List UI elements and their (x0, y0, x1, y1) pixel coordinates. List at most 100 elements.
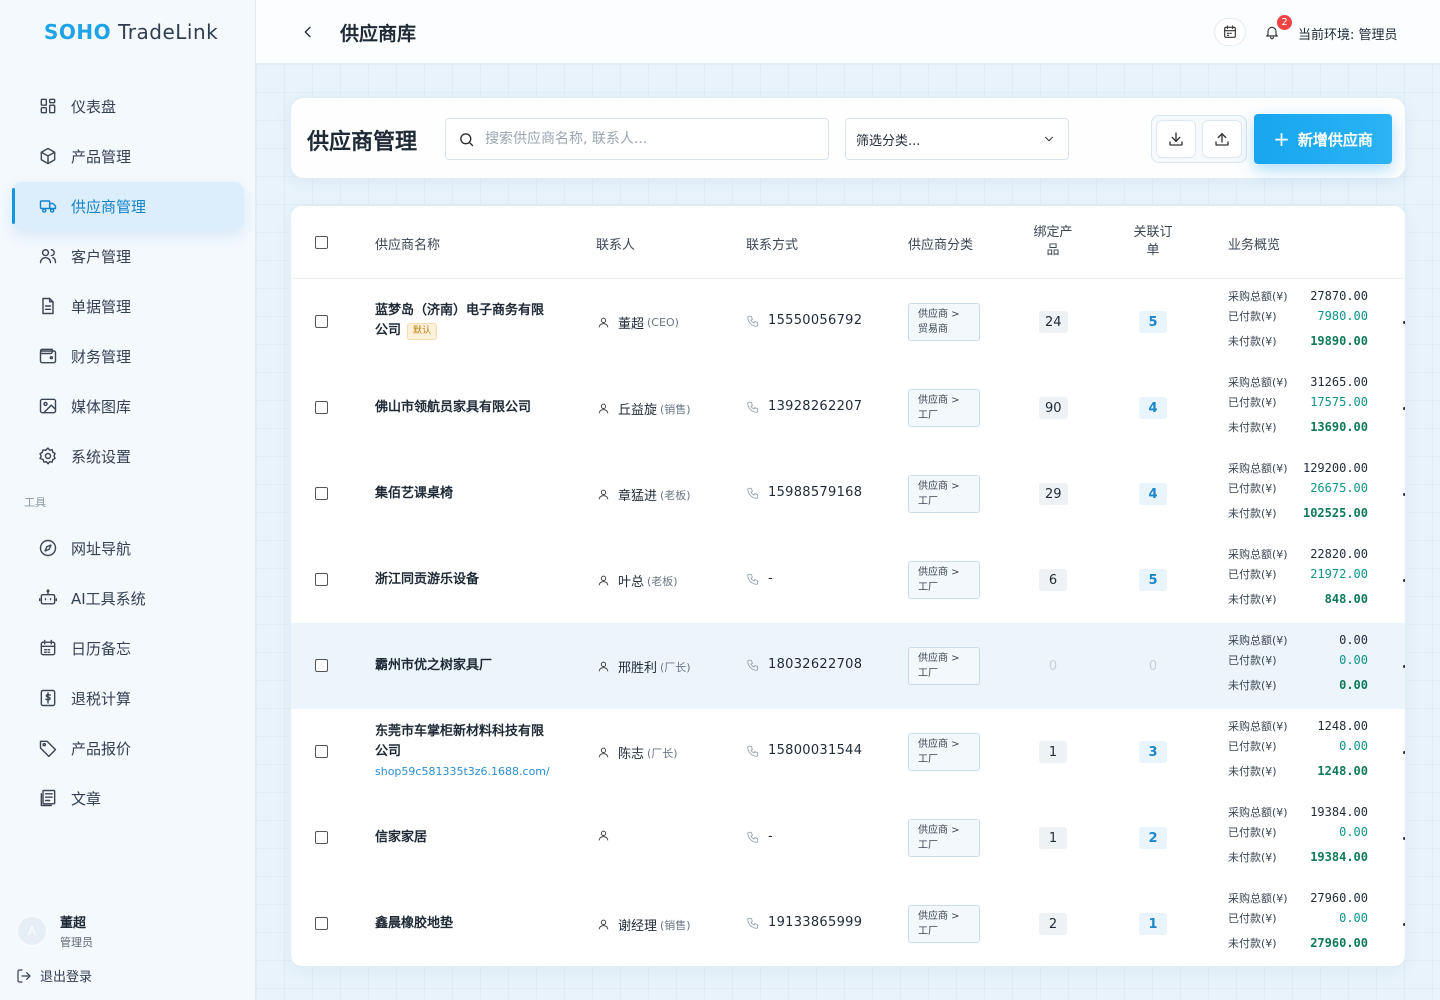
app-logo[interactable]: SOHO TradeLink (44, 20, 218, 44)
unpaid-amount: 27960.00 (1310, 936, 1368, 950)
chevron-left-icon (304, 26, 311, 38)
supplier-name[interactable]: 佛山市领航员家具有限公司 (375, 398, 555, 418)
bound-products-count[interactable]: 1 (1039, 827, 1067, 849)
total-label: 采购总额(¥) (1228, 720, 1288, 733)
total-label: 采购总额(¥) (1228, 892, 1288, 905)
search-input[interactable] (485, 131, 805, 147)
linked-orders-count[interactable]: 5 (1139, 311, 1167, 333)
table-row[interactable]: 浙江同贡游乐设备 叶总 (老板) - 供应商 > 工厂 6 5 采购总额(¥) 22820.00 已… (291, 537, 1405, 623)
total-amount: 31265.00 (1310, 375, 1368, 389)
upload-button[interactable] (1202, 120, 1242, 158)
sidebar-item-products[interactable]: 产品管理 (12, 132, 244, 180)
bound-products-count[interactable]: 24 (1039, 311, 1068, 333)
sidebar-item-quotation[interactable]: 产品报价 (12, 724, 244, 772)
select-all-checkbox[interactable] (315, 236, 328, 249)
bound-products-count[interactable]: 1 (1039, 741, 1067, 763)
bound-products-count[interactable]: 0 (1039, 655, 1067, 677)
table-row[interactable]: 集佰艺课桌椅 章猛进 (老板) 15988579168 供应商 > 工厂 29 4 采购总额(¥… (291, 451, 1405, 537)
row-actions-button[interactable] (1403, 837, 1405, 840)
category-child: 工厂 (918, 754, 938, 765)
table-row[interactable]: 蓝梦岛（济南）电子商务有限公司 默认 董超 (CEO) 15550056792 供应商 >… (291, 279, 1405, 365)
phone-text: 13928262207 (768, 399, 863, 414)
row-actions-button[interactable] (1403, 751, 1405, 754)
supplier-name[interactable]: 东莞市车掌柜新材料科技有限公司 shop59c581335t3z6.1688.co… (375, 722, 555, 780)
category-tag: 供应商 > 工厂 (908, 905, 980, 943)
bound-products-count[interactable]: 90 (1039, 397, 1068, 419)
row-actions-button[interactable] (1403, 665, 1405, 668)
row-actions-button[interactable] (1403, 923, 1405, 926)
category-child: 贸易商 (918, 324, 948, 335)
row-checkbox[interactable] (315, 831, 328, 844)
sidebar-item-customers[interactable]: 客户管理 (12, 232, 244, 280)
row-checkbox[interactable] (315, 315, 328, 328)
total-amount: 0.00 (1339, 633, 1368, 647)
phone-icon (747, 917, 759, 929)
supplier-name[interactable]: 信家家居 (375, 828, 555, 848)
phone-text: - (768, 829, 773, 844)
supplier-name-text: 浙江同贡游乐设备 (375, 572, 480, 587)
row-actions-button[interactable] (1403, 579, 1405, 582)
row-checkbox[interactable] (315, 401, 328, 414)
supplier-name[interactable]: 浙江同贡游乐设备 (375, 570, 555, 590)
table-row[interactable]: 佛山市领航员家具有限公司 丘益旋 (销售) 13928262207 供应商 > 工厂 90 4… (291, 365, 1405, 451)
supplier-name[interactable]: 蓝梦岛（济南）电子商务有限公司 默认 (375, 301, 555, 341)
table-row[interactable]: 鑫晨橡胶地垫 谢经理 (销售) 19133865999 供应商 > 工厂 2 1 采购总额(¥)… (291, 881, 1405, 966)
column-header-orders: 关联订单 (1133, 225, 1173, 258)
sidebar-item-documents[interactable]: 单据管理 (12, 282, 244, 330)
back-button[interactable] (296, 20, 320, 44)
linked-orders-count[interactable]: 5 (1139, 569, 1167, 591)
category-filter-select[interactable]: 筛选分类... (845, 118, 1069, 160)
bound-products-count[interactable]: 29 (1039, 483, 1068, 505)
table-row[interactable]: 信家家居 - 供应商 > 工厂 1 2 采购总额(¥) 19384.00 已付款(¥) 0.00 未… (291, 795, 1405, 881)
download-button[interactable] (1156, 120, 1196, 158)
row-actions-button[interactable] (1403, 407, 1405, 410)
sidebar-item-tax-refund[interactable]: 退税计算 (12, 674, 244, 722)
row-actions-button[interactable] (1403, 493, 1405, 496)
row-actions-button[interactable] (1403, 321, 1405, 324)
linked-orders-count[interactable]: 4 (1139, 483, 1167, 505)
bound-products-count[interactable]: 6 (1039, 569, 1067, 591)
sidebar-item-suppliers[interactable]: 供应商管理 (12, 182, 244, 230)
bound-products-count[interactable]: 2 (1039, 913, 1067, 935)
row-checkbox[interactable] (315, 659, 328, 672)
sidebar-item-settings[interactable]: 系统设置 (12, 432, 244, 480)
category-parent: 供应商 > (918, 481, 960, 492)
linked-orders-count[interactable]: 0 (1139, 655, 1167, 677)
sidebar-item-calendar[interactable]: 日历备忘 (12, 624, 244, 672)
table-row[interactable]: 霸州市优之树家具厂 邢胜利 (厂长) 18032622708 供应商 > 工厂 0 0 采购总额… (291, 623, 1405, 709)
add-supplier-button[interactable]: + 新增供应商 (1254, 114, 1392, 164)
sidebar-item-dashboard[interactable]: 仪表盘 (12, 82, 244, 130)
user-profile[interactable]: A 董超 管理员 (16, 912, 93, 950)
category-tag: 供应商 > 工厂 (908, 733, 980, 771)
phone-number: 19133865999 (746, 915, 862, 930)
linked-orders-count[interactable]: 4 (1139, 397, 1167, 419)
notification-button[interactable]: 2 (1256, 15, 1292, 46)
supplier-name[interactable]: 集佰艺课桌椅 (375, 484, 555, 504)
category-child: 工厂 (918, 668, 938, 679)
logout-button[interactable]: 退出登录 (16, 966, 92, 985)
category-tag: 供应商 > 工厂 (908, 475, 980, 513)
linked-orders-count[interactable]: 1 (1139, 913, 1167, 935)
row-checkbox[interactable] (315, 573, 328, 586)
paid-label: 已付款(¥) (1228, 568, 1277, 581)
sidebar-item-media[interactable]: 媒体图库 (12, 382, 244, 430)
shop-link[interactable]: shop59c581335t3z6.1688.com/ (375, 764, 555, 780)
row-checkbox[interactable] (315, 917, 328, 930)
sidebar-item-articles[interactable]: 文章 (12, 774, 244, 822)
sidebar-item-ai-tools[interactable]: AI工具系统 (12, 574, 244, 622)
search-box[interactable] (445, 118, 829, 160)
table-row[interactable]: 东莞市车掌柜新材料科技有限公司 shop59c581335t3z6.1688.co… (291, 709, 1405, 795)
sidebar-item-url-nav[interactable]: 网址导航 (12, 524, 244, 572)
paid-label: 已付款(¥) (1228, 912, 1277, 925)
logout-label: 退出登录 (40, 970, 93, 985)
linked-orders-count[interactable]: 3 (1139, 741, 1167, 763)
row-checkbox[interactable] (315, 745, 328, 758)
linked-orders-count[interactable]: 2 (1139, 827, 1167, 849)
supplier-name[interactable]: 霸州市优之树家具厂 (375, 656, 555, 676)
phone-number: 15550056792 (746, 313, 862, 328)
calendar-button[interactable] (1214, 18, 1246, 46)
row-checkbox[interactable] (315, 487, 328, 500)
sidebar-item-finance[interactable]: 财务管理 (12, 332, 244, 380)
contact-role: (厂长) (660, 660, 691, 674)
supplier-name[interactable]: 鑫晨橡胶地垫 (375, 914, 555, 934)
